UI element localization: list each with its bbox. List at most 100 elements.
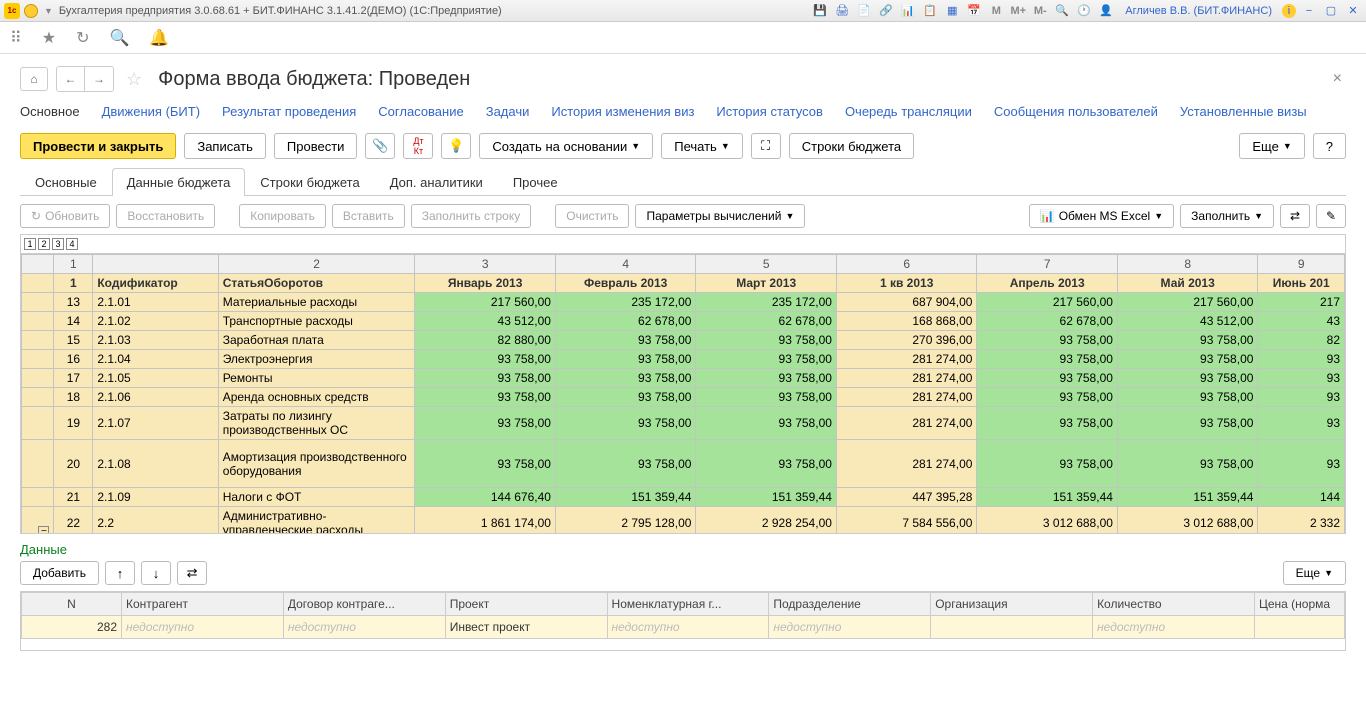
lower-row[interactable]: 282 недоступнонедоступно Инвест проект н…	[22, 616, 1345, 639]
zoom-icon[interactable]: 🔍	[1053, 3, 1071, 19]
lg-col-n[interactable]: N	[22, 593, 122, 616]
nav-queue[interactable]: Очередь трансляции	[845, 104, 972, 119]
nav-main[interactable]: Основное	[20, 104, 80, 119]
info-icon[interactable]: i	[1282, 4, 1296, 18]
search-icon[interactable]: 🔍	[109, 28, 129, 48]
calc-icon[interactable]: 📊	[899, 3, 917, 19]
apps-icon[interactable]: ⠿	[10, 28, 22, 48]
nav-movements[interactable]: Движения (БИТ)	[102, 104, 200, 119]
nav-visas[interactable]: Установленные визы	[1180, 104, 1307, 119]
nav-histstat[interactable]: История статусов	[716, 104, 823, 119]
clock-icon[interactable]: 🕐	[1075, 3, 1093, 19]
close-form-icon[interactable]: ×	[1329, 70, 1346, 88]
save-button[interactable]: Записать	[184, 133, 266, 159]
grid-icon[interactable]: ▦	[943, 3, 961, 19]
mem-mplus[interactable]: M+	[1009, 3, 1027, 19]
user-icon: 👤	[1097, 3, 1115, 19]
post-button[interactable]: Провести	[274, 133, 358, 159]
grid-row[interactable]: 202.1.08Амортизация производственного об…	[22, 440, 1345, 488]
main-toolbar: ⠿ ★ ↻ 🔍 🔔	[0, 22, 1366, 54]
nav-agree[interactable]: Согласование	[378, 104, 463, 119]
tab-budget-data[interactable]: Данные бюджета	[112, 168, 246, 196]
tab-budget-rows[interactable]: Строки бюджета	[245, 168, 374, 196]
help-button[interactable]: ?	[1313, 133, 1346, 159]
dtk-button[interactable]: ДтКт	[403, 133, 433, 159]
post-close-button[interactable]: Провести и закрыть	[20, 133, 176, 159]
forward-button[interactable]: →	[85, 67, 113, 91]
copy-button[interactable]: Копировать	[239, 204, 326, 228]
favorite-icon[interactable]: ★	[42, 28, 56, 48]
edit-button[interactable]: ✎	[1316, 204, 1346, 228]
nav-result[interactable]: Результат проведения	[222, 104, 356, 119]
copy-icon[interactable]: 📋	[921, 3, 939, 19]
save-icon[interactable]: 💾	[811, 3, 829, 19]
lg-col-org[interactable]: Организация	[931, 593, 1093, 616]
lower-grid[interactable]: N Контрагент Договор контраге... Проект …	[20, 591, 1346, 651]
grid-row[interactable]: −222.2Административно-управленческие рас…	[22, 507, 1345, 535]
move-up-button[interactable]: ↑	[105, 561, 135, 585]
swap2-button[interactable]: ⇄	[177, 561, 207, 585]
traffic-light-icon[interactable]	[24, 4, 38, 18]
nav-histviz[interactable]: История изменения виз	[551, 104, 694, 119]
grid-level-buttons[interactable]: 1234	[21, 235, 1345, 254]
bell-icon[interactable]: 🔔	[149, 28, 169, 48]
expand-button[interactable]: ⛶	[751, 133, 781, 159]
fillrow-button[interactable]: Заполнить строку	[411, 204, 531, 228]
more-button[interactable]: Еще▼	[1239, 133, 1304, 159]
paste-button[interactable]: Вставить	[332, 204, 405, 228]
lg-col-podr[interactable]: Подразделение	[769, 593, 931, 616]
calc-params-button[interactable]: Параметры вычислений ▼	[635, 204, 805, 228]
grid-toolbar: ↻ Обновить Восстановить Копировать Встав…	[0, 196, 1366, 234]
doc-icon[interactable]: 📄	[855, 3, 873, 19]
excel-button[interactable]: 📊 Обмен MS Excel ▼	[1029, 204, 1174, 228]
grid-row[interactable]: 172.1.05Ремонты93 758,0093 758,0093 758,…	[22, 369, 1345, 388]
move-down-button[interactable]: ↓	[141, 561, 171, 585]
dropdown-icon[interactable]: ▼	[44, 6, 53, 16]
mem-m[interactable]: M	[987, 3, 1005, 19]
add-button[interactable]: Добавить	[20, 561, 99, 585]
maximize-icon[interactable]: ▢	[1322, 3, 1340, 19]
lower-more-button[interactable]: Еще ▼	[1283, 561, 1346, 585]
tab-main[interactable]: Основные	[20, 168, 112, 196]
restore-button[interactable]: Восстановить	[116, 204, 215, 228]
nav-tasks[interactable]: Задачи	[486, 104, 530, 119]
print-icon[interactable]: 🖨	[833, 3, 851, 19]
budget-rows-button[interactable]: Строки бюджета	[789, 133, 914, 159]
grid-row[interactable]: 132.1.01Материальные расходы217 560,0023…	[22, 293, 1345, 312]
refresh-button[interactable]: ↻ Обновить	[20, 204, 110, 228]
grid-header-row: 1 Кодификатор СтатьяОборотов Январь 2013…	[22, 274, 1345, 293]
grid-row[interactable]: 152.1.03Заработная плата82 880,0093 758,…	[22, 331, 1345, 350]
grid-row[interactable]: 142.1.02Транспортные расходы43 512,0062 …	[22, 312, 1345, 331]
back-button[interactable]: ←	[57, 67, 85, 91]
attach-button[interactable]: 📎	[365, 133, 395, 159]
mem-mminus[interactable]: M-	[1031, 3, 1049, 19]
history-icon[interactable]: ↻	[76, 28, 89, 48]
budget-grid[interactable]: 1234 1 2 345 6789 1 Кодификатор СтатьяОб…	[20, 234, 1346, 534]
close-window-icon[interactable]: ✕	[1344, 3, 1362, 19]
tab-analytics[interactable]: Доп. аналитики	[375, 168, 498, 196]
lg-col-kontr[interactable]: Контрагент	[122, 593, 284, 616]
lg-col-qty[interactable]: Количество	[1093, 593, 1255, 616]
lg-col-proj[interactable]: Проект	[445, 593, 607, 616]
grid-row[interactable]: 182.1.06Аренда основных средств93 758,00…	[22, 388, 1345, 407]
minimize-icon[interactable]: −	[1300, 3, 1318, 19]
clear-button[interactable]: Очистить	[555, 204, 629, 228]
grid-row[interactable]: 192.1.07Затраты по лизингу производствен…	[22, 407, 1345, 440]
fill-button[interactable]: Заполнить ▼	[1180, 204, 1274, 228]
tab-other[interactable]: Прочее	[498, 168, 573, 196]
star-icon[interactable]: ☆	[126, 69, 142, 90]
create-based-button[interactable]: Создать на основании▼	[479, 133, 653, 159]
link-icon[interactable]: 🔗	[877, 3, 895, 19]
calendar-icon[interactable]: 📅	[965, 3, 983, 19]
lg-col-nom[interactable]: Номенклатурная г...	[607, 593, 769, 616]
swap-button[interactable]: ⇄	[1280, 204, 1310, 228]
user-name[interactable]: Агличев В.В. (БИТ.ФИНАНС)	[1125, 3, 1272, 19]
home-button[interactable]: ⌂	[20, 67, 48, 91]
lg-col-dog[interactable]: Договор контраге...	[283, 593, 445, 616]
grid-row[interactable]: 212.1.09Налоги с ФОТ144 676,40151 359,44…	[22, 488, 1345, 507]
tip-button[interactable]: 💡	[441, 133, 471, 159]
nav-msgs[interactable]: Сообщения пользователей	[994, 104, 1158, 119]
print-button[interactable]: Печать▼	[661, 133, 743, 159]
grid-row[interactable]: 162.1.04Электроэнергия93 758,0093 758,00…	[22, 350, 1345, 369]
lg-col-price[interactable]: Цена (норма	[1255, 593, 1345, 616]
